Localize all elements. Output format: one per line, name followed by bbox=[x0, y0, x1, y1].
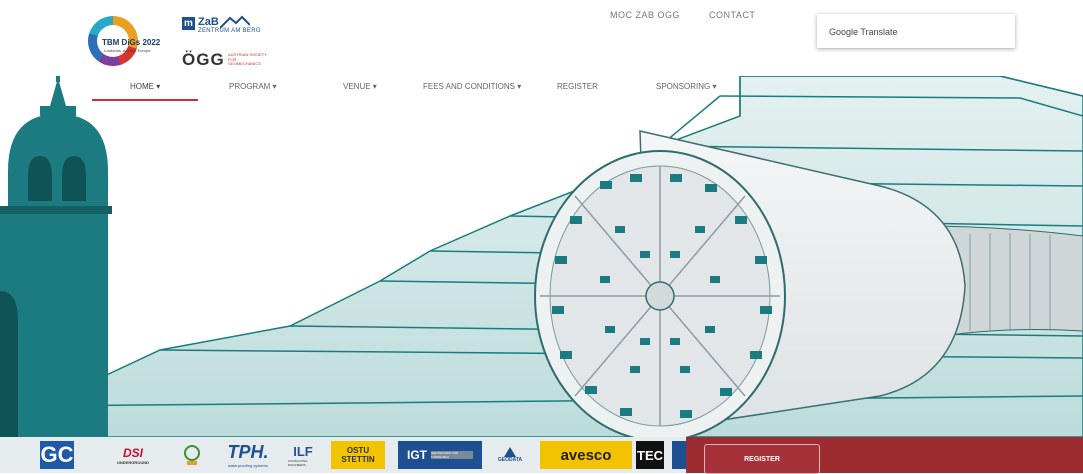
sponsor-gc-logo[interactable]: GC bbox=[40, 441, 74, 469]
tbm-digs-logo[interactable]: TBM DiGs 2022 Lowlands, Austria, Europe bbox=[88, 16, 160, 66]
nav-program[interactable]: PROGRAM ▾ bbox=[229, 82, 277, 91]
tbm-tunnel-illustration bbox=[0, 76, 1083, 437]
top-link-partners[interactable]: MOC ZAB OGG bbox=[610, 10, 680, 20]
ogg-logo-subtitle: AUSTRIAN SOCIETY FOR GEOMECHANICS bbox=[228, 52, 267, 66]
site-header: TBM DiGs 2022 Lowlands, Austria, Europe … bbox=[0, 0, 1083, 76]
hero-illustration bbox=[0, 76, 1083, 437]
tbm-logo-title: TBM DiGs 2022 bbox=[102, 38, 161, 47]
zab-m-icon: m bbox=[182, 17, 195, 30]
sponsor-dsi-logo[interactable]: DSI UNDERGROUND bbox=[98, 441, 168, 469]
nav-venue[interactable]: VENUE ▾ bbox=[343, 82, 377, 91]
zab-logo-title: ZaB bbox=[198, 16, 219, 28]
tbm-logo-subtitle: Lowlands, Austria, Europe bbox=[104, 48, 151, 53]
mountain-icon bbox=[220, 15, 250, 29]
register-button[interactable]: REGISTER bbox=[704, 444, 820, 474]
zab-logo[interactable]: m ZaB ZENTRUM AM BERG bbox=[182, 15, 261, 39]
sponsor-avesco-logo[interactable]: avesco bbox=[540, 441, 632, 469]
google-translate-widget[interactable]: Google Translate bbox=[817, 14, 1015, 48]
top-links: MOC ZAB OGG CONTACT bbox=[610, 10, 781, 20]
sponsor-tec-logo[interactable]: TEC bbox=[636, 441, 664, 469]
top-link-contact[interactable]: CONTACT bbox=[709, 10, 755, 20]
nav-active-indicator bbox=[92, 99, 198, 101]
nav-register[interactable]: REGISTER bbox=[557, 82, 598, 91]
tbm-cutter-head bbox=[534, 150, 786, 437]
ogg-logo-title: ÖGG bbox=[182, 50, 225, 69]
sponsor-tph-logo[interactable]: TPH. waterproofing systems bbox=[218, 441, 278, 469]
google-translate-label: Google Translate bbox=[829, 27, 898, 37]
geodata-triangle-icon bbox=[504, 447, 516, 457]
church-tower bbox=[0, 76, 112, 437]
sponsor-partial-logo[interactable] bbox=[672, 441, 686, 469]
nav-sponsoring[interactable]: SPONSORING ▾ bbox=[656, 82, 716, 91]
sponsor-ostu-stettin-logo[interactable]: OSTU STETTIN bbox=[331, 441, 385, 469]
sponsor-round-logo[interactable] bbox=[182, 441, 202, 469]
nav-home[interactable]: HOME ▾ bbox=[130, 82, 160, 91]
green-seal-icon bbox=[184, 445, 200, 465]
sponsor-geodata-logo[interactable]: GEODATA bbox=[492, 441, 528, 469]
nav-fees-conditions[interactable]: FEES AND CONDITIONS ▾ bbox=[423, 82, 521, 91]
ogg-logo[interactable]: ÖGG bbox=[182, 50, 225, 70]
sponsor-ilf-logo[interactable]: ILF CONSULTING ENGINEERS bbox=[288, 441, 318, 469]
sponsor-igt-logo[interactable]: IGT GEOTECHNIK UND TUNNELBAU bbox=[398, 441, 482, 469]
